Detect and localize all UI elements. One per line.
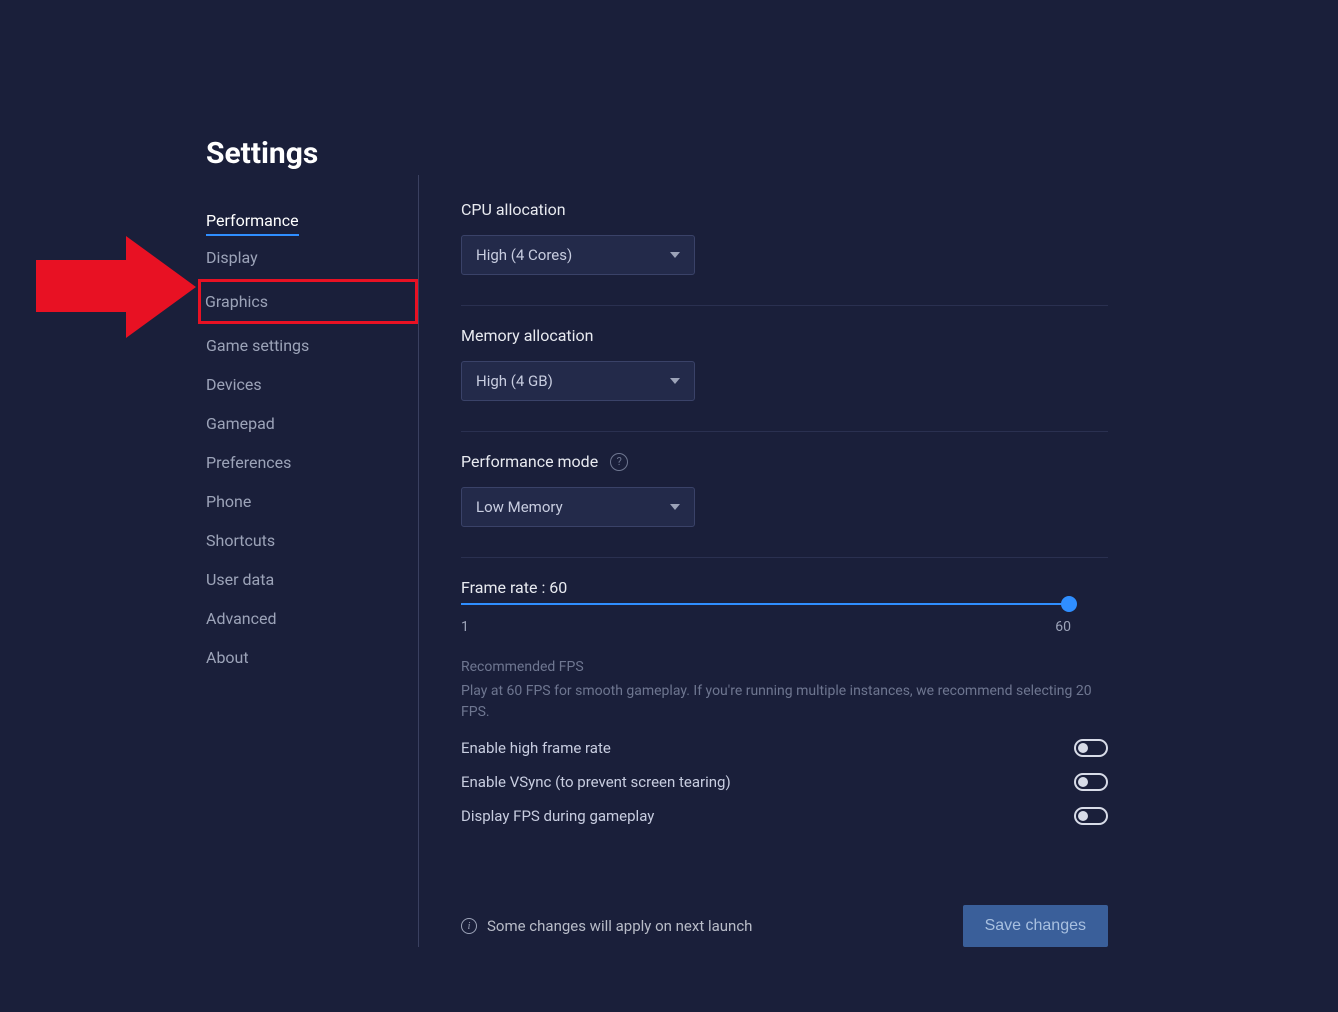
toggle-display-fps-label: Display FPS during gameplay <box>461 807 654 825</box>
performance-mode-select[interactable]: Low Memory <box>461 487 695 527</box>
help-icon[interactable]: ? <box>610 453 628 471</box>
cpu-allocation-section: CPU allocation High (4 Cores) <box>461 200 1108 275</box>
sidebar-item-devices[interactable]: Devices <box>206 367 416 402</box>
performance-mode-value: Low Memory <box>476 498 563 516</box>
toggle-display-fps[interactable] <box>1074 807 1108 825</box>
sidebar-item-user-data[interactable]: User data <box>206 562 416 597</box>
frame-rate-slider[interactable]: 1 60 <box>461 603 1071 635</box>
footer-info-text: Some changes will apply on next launch <box>487 917 752 935</box>
memory-allocation-label: Memory allocation <box>461 326 1108 345</box>
toggle-knob <box>1078 811 1088 821</box>
sidebar-item-performance[interactable]: Performance <box>206 203 299 236</box>
cpu-allocation-value: High (4 Cores) <box>476 246 572 264</box>
performance-mode-section: Performance mode ? Low Memory <box>461 452 1108 527</box>
cpu-allocation-select[interactable]: High (4 Cores) <box>461 235 695 275</box>
toggle-high-frame-rate[interactable] <box>1074 739 1108 757</box>
toggle-high-frame-rate-row: Enable high frame rate <box>461 739 1108 757</box>
slider-thumb[interactable] <box>1061 596 1077 612</box>
divider <box>461 557 1108 558</box>
sidebar-item-advanced[interactable]: Advanced <box>206 601 416 636</box>
toggle-knob <box>1078 743 1088 753</box>
sidebar-item-preferences[interactable]: Preferences <box>206 445 416 480</box>
toggle-knob <box>1078 777 1088 787</box>
frame-rate-min: 1 <box>461 619 469 635</box>
settings-sidebar: Performance Display Graphics Game settin… <box>206 203 416 679</box>
info-icon: i <box>461 918 477 934</box>
sidebar-item-graphics[interactable]: Graphics <box>198 279 418 324</box>
frame-rate-section: Frame rate : 60 1 60 Recommended FPS Pla… <box>461 578 1108 825</box>
toggle-high-frame-rate-label: Enable high frame rate <box>461 739 611 757</box>
divider <box>461 431 1108 432</box>
save-changes-button[interactable]: Save changes <box>963 905 1108 947</box>
frame-rate-max: 60 <box>1055 619 1071 635</box>
toggle-vsync-row: Enable VSync (to prevent screen tearing) <box>461 773 1108 791</box>
settings-footer: i Some changes will apply on next launch… <box>461 905 1108 947</box>
toggle-vsync[interactable] <box>1074 773 1108 791</box>
recommendation-text: Play at 60 FPS for smooth gameplay. If y… <box>461 681 1108 723</box>
memory-allocation-select[interactable]: High (4 GB) <box>461 361 695 401</box>
sidebar-item-game-settings[interactable]: Game settings <box>206 328 416 363</box>
toggle-display-fps-row: Display FPS during gameplay <box>461 807 1108 825</box>
chevron-down-icon <box>670 504 680 510</box>
memory-allocation-value: High (4 GB) <box>476 372 553 390</box>
memory-allocation-section: Memory allocation High (4 GB) <box>461 326 1108 401</box>
chevron-down-icon <box>670 252 680 258</box>
page-title: Settings <box>206 136 318 171</box>
recommendation-title: Recommended FPS <box>461 659 1108 675</box>
sidebar-item-gamepad[interactable]: Gamepad <box>206 406 416 441</box>
arrow-annotation <box>26 232 196 352</box>
performance-mode-label: Performance mode ? <box>461 452 1108 471</box>
settings-content: CPU allocation High (4 Cores) Memory all… <box>418 175 1108 947</box>
cpu-allocation-label: CPU allocation <box>461 200 1108 219</box>
frame-rate-label: Frame rate : 60 <box>461 578 1108 597</box>
chevron-down-icon <box>670 378 680 384</box>
sidebar-item-phone[interactable]: Phone <box>206 484 416 519</box>
performance-mode-label-text: Performance mode <box>461 452 598 471</box>
toggle-vsync-label: Enable VSync (to prevent screen tearing) <box>461 773 731 791</box>
footer-info: i Some changes will apply on next launch <box>461 917 752 935</box>
sidebar-item-about[interactable]: About <box>206 640 416 675</box>
sidebar-item-shortcuts[interactable]: Shortcuts <box>206 523 416 558</box>
divider <box>461 305 1108 306</box>
sidebar-item-display[interactable]: Display <box>206 240 416 275</box>
